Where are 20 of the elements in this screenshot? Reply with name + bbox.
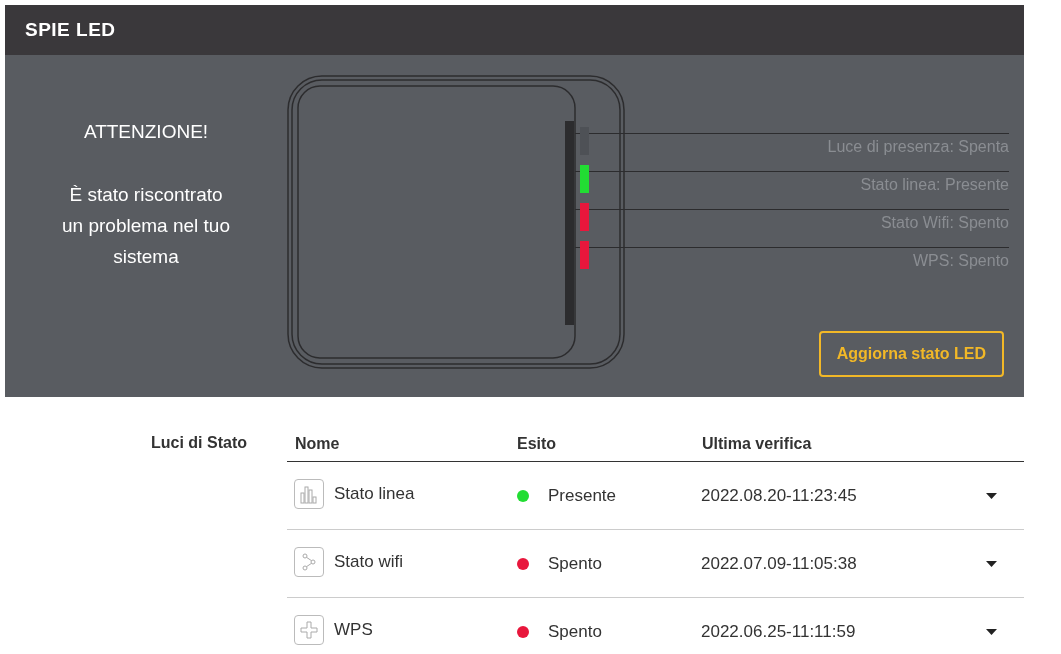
column-header: Nome: [295, 435, 341, 453]
alert-message: È stato riscontrato un problema nel tuo sistema: [61, 183, 231, 269]
date-cell-text: 2022.07.09-11:05:38: [701, 553, 858, 574]
caret-icon: [985, 492, 997, 499]
date-cell-text: 2022.08.20-11:23:45: [701, 485, 858, 506]
caret-icon: [985, 628, 997, 635]
refresh-led-button[interactable]: Aggiorna stato LED: [818, 331, 1004, 377]
name-cell: Stato wifi: [334, 551, 403, 572]
caret-icon: [985, 560, 997, 567]
status-cell: Spento: [548, 621, 602, 642]
date-cell-text: 2022.06.25-11:11:59: [701, 621, 857, 642]
name-cell: WPS: [334, 619, 373, 640]
status-cell: Spento: [548, 553, 602, 574]
name-cell: Stato linea: [334, 483, 415, 504]
column-header: Ultima verifica: [702, 435, 813, 453]
status-cell: Presente: [548, 485, 617, 506]
column-header: Esito: [517, 435, 558, 453]
alert-title: ATTENZIONE!: [83, 121, 209, 143]
page-title: SPIE LED: [25, 19, 116, 41]
section-label: Luci di Stato: [150, 433, 247, 453]
